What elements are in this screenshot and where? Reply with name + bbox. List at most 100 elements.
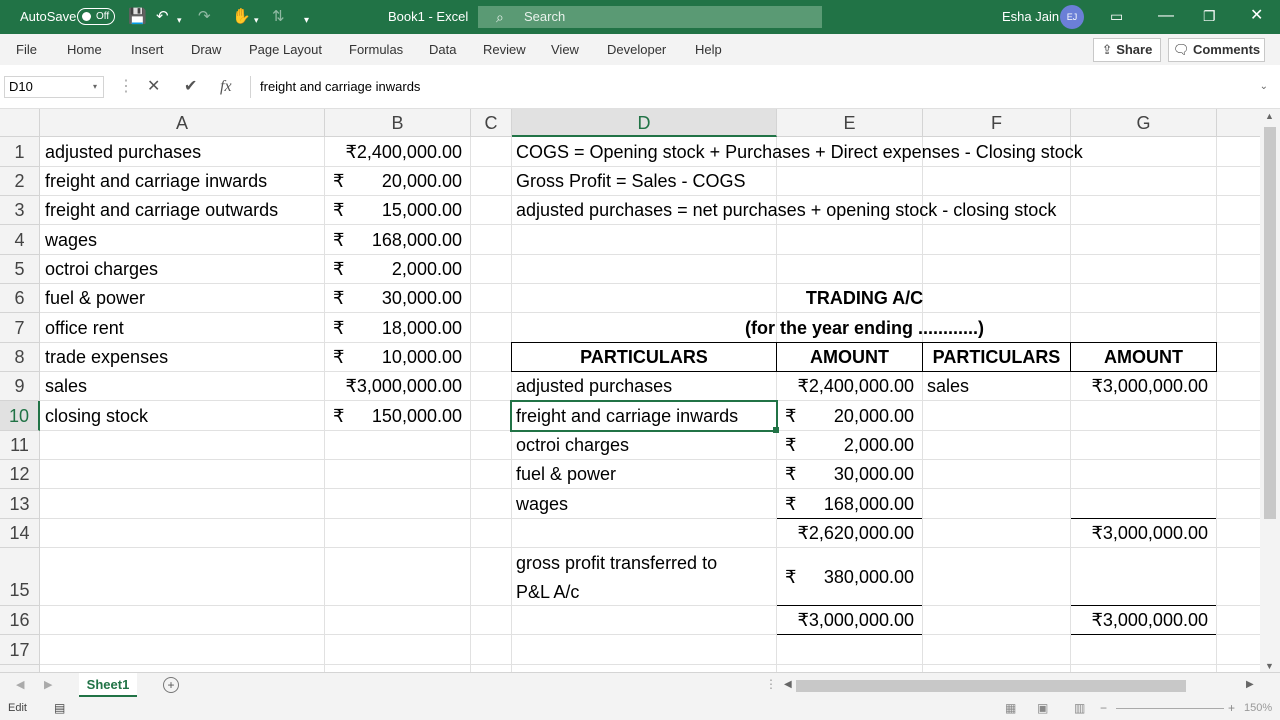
amount-cell[interactable]: 150,000.00 — [350, 402, 462, 430]
scroll-left-icon[interactable]: ◀ — [784, 679, 792, 690]
scroll-thumb[interactable] — [1264, 127, 1276, 519]
scroll-right-icon[interactable]: ▶ — [1246, 679, 1254, 690]
minimize-icon[interactable]: — — [1158, 7, 1174, 25]
tab-insert[interactable]: Insert — [131, 42, 164, 57]
list-item[interactable]: office rent — [45, 314, 124, 342]
header-amount-credit[interactable]: AMOUNT — [1071, 343, 1216, 371]
scroll-up-icon[interactable]: ▲ — [1265, 111, 1274, 121]
touch-mode-icon[interactable]: ✋ — [232, 8, 251, 25]
row-header[interactable]: 16 — [0, 606, 40, 635]
tab-home[interactable]: Home — [67, 42, 102, 57]
row-header[interactable]: 5 — [0, 255, 40, 284]
debit-amount[interactable]: 30,000.00 — [800, 460, 914, 488]
header-amount-debit[interactable]: AMOUNT — [777, 343, 922, 371]
scroll-down-icon[interactable]: ▼ — [1265, 661, 1274, 671]
customize-qat-icon[interactable]: ▾ — [304, 12, 309, 29]
gross-profit-amount[interactable]: 380,000.00 — [800, 563, 914, 591]
cogs-formula-text[interactable]: COGS = Opening stock + Purchases + Direc… — [516, 138, 1083, 166]
list-item[interactable]: freight and carriage outwards — [45, 196, 278, 224]
debit-amount[interactable]: 2,000.00 — [800, 431, 914, 459]
sheet-tab[interactable]: Sheet1 — [79, 673, 137, 697]
column-header-b[interactable]: B — [325, 109, 471, 137]
formula-input[interactable]: freight and carriage inwards ⌄ — [250, 76, 1274, 98]
active-cell-selection[interactable] — [510, 400, 778, 432]
tab-review[interactable]: Review — [483, 42, 526, 57]
vertical-scrollbar[interactable]: ▲ ▼ — [1260, 109, 1280, 675]
gross-profit-label[interactable]: gross profit transferred to — [516, 549, 717, 577]
row-header[interactable]: 11 — [0, 431, 40, 460]
row-header[interactable]: 2 — [0, 167, 40, 196]
header-particulars-debit[interactable]: PARTICULARS — [512, 343, 776, 371]
row-header[interactable]: 1 — [0, 137, 40, 167]
debit-particular[interactable]: fuel & power — [516, 460, 616, 488]
trading-title[interactable]: TRADING A/C — [512, 284, 1217, 312]
column-header-c[interactable]: C — [471, 109, 512, 137]
adjusted-purchases-formula-text[interactable]: adjusted purchases = net purchases + ope… — [516, 196, 1056, 224]
scroll-thumb[interactable] — [796, 680, 1186, 692]
save-icon[interactable]: 💾 — [128, 8, 147, 25]
debit-particular[interactable]: octroi charges — [516, 431, 629, 459]
zoom-out-icon[interactable]: − — [1100, 701, 1107, 715]
tab-draw[interactable]: Draw — [191, 42, 221, 57]
row-header[interactable]: 12 — [0, 460, 40, 489]
row-header[interactable]: 6 — [0, 284, 40, 313]
restore-icon[interactable]: ❐ — [1203, 7, 1216, 25]
amount-cell[interactable]: 15,000.00 — [350, 196, 462, 224]
debit-amount[interactable]: 168,000.00 — [800, 490, 914, 518]
page-break-view-icon[interactable]: ▥ — [1074, 701, 1085, 715]
trading-subtitle[interactable]: (for the year ending ............) — [512, 314, 1217, 342]
list-item[interactable]: wages — [45, 226, 97, 254]
amount-cell[interactable]: 18,000.00 — [350, 314, 462, 342]
row-header[interactable]: 14 — [0, 519, 40, 548]
horizontal-scrollbar[interactable]: ◀ ▶ — [780, 678, 1260, 694]
zoom-level[interactable]: 150% — [1244, 702, 1272, 714]
list-item[interactable]: adjusted purchases — [45, 138, 201, 166]
list-item[interactable]: freight and carriage inwards — [45, 167, 267, 195]
gross-profit-formula-text[interactable]: Gross Profit = Sales - COGS — [516, 167, 746, 195]
zoom-slider[interactable] — [1116, 708, 1224, 709]
add-sheet-icon[interactable]: + — [163, 677, 179, 693]
row-header[interactable]: 10 — [0, 401, 40, 431]
column-header-d[interactable]: D — [512, 109, 777, 137]
comments-button[interactable]: 🗨 Comments — [1168, 38, 1265, 62]
undo-dropdown-icon[interactable]: ▾ — [177, 12, 182, 29]
page-layout-view-icon[interactable]: ▣ — [1037, 701, 1048, 715]
tab-developer[interactable]: Developer — [607, 42, 666, 57]
amount-cell[interactable]: 168,000.00 — [350, 226, 462, 254]
debit-amount[interactable]: ₹2,400,000.00 — [780, 372, 914, 400]
search-box[interactable]: ⌕ Search — [478, 6, 822, 28]
list-item[interactable]: closing stock — [45, 402, 148, 430]
column-header-g[interactable]: G — [1071, 109, 1217, 137]
share-button[interactable]: ⇪ Share — [1093, 38, 1161, 62]
column-header-e[interactable]: E — [777, 109, 923, 137]
subtotal-debit[interactable]: ₹2,620,000.00 — [780, 519, 914, 547]
prev-sheet-icon[interactable]: ◀ — [16, 678, 24, 691]
tab-file[interactable]: File — [16, 42, 37, 57]
list-item[interactable]: octroi charges — [45, 255, 158, 283]
tab-help[interactable]: Help — [695, 42, 722, 57]
redo-icon[interactable]: ↷ — [198, 8, 211, 25]
name-box[interactable]: D10 ▾ — [4, 76, 104, 98]
total-debit[interactable]: ₹3,000,000.00 — [780, 606, 914, 634]
zoom-in-icon[interactable]: + — [1228, 701, 1235, 715]
amount-cell[interactable]: ₹3,000,000.00 — [330, 372, 462, 400]
accessibility-icon[interactable]: ▤ — [54, 701, 65, 715]
list-item[interactable]: sales — [45, 372, 87, 400]
tab-formulas[interactable]: Formulas — [349, 42, 403, 57]
total-credit[interactable]: ₹3,000,000.00 — [1074, 606, 1208, 634]
close-icon[interactable]: ✕ — [1250, 7, 1263, 25]
tab-data[interactable]: Data — [429, 42, 456, 57]
credit-particular[interactable]: sales — [927, 372, 969, 400]
credit-amount[interactable]: ₹3,000,000.00 — [1074, 372, 1208, 400]
subtotal-credit[interactable]: ₹3,000,000.00 — [1074, 519, 1208, 547]
next-sheet-icon[interactable]: ▶ — [44, 678, 52, 691]
touch-dropdown-icon[interactable]: ▾ — [254, 12, 259, 29]
sort-icon[interactable]: ⇅ — [272, 8, 285, 25]
normal-view-icon[interactable]: ▦ — [1005, 701, 1016, 715]
insert-function-icon[interactable]: fx — [220, 78, 232, 96]
column-header-a[interactable]: A — [40, 109, 325, 137]
select-all-corner[interactable] — [0, 109, 40, 137]
amount-cell[interactable]: 10,000.00 — [350, 343, 462, 371]
amount-cell[interactable]: ₹2,400,000.00 — [330, 138, 462, 166]
debit-particular[interactable]: adjusted purchases — [516, 372, 672, 400]
